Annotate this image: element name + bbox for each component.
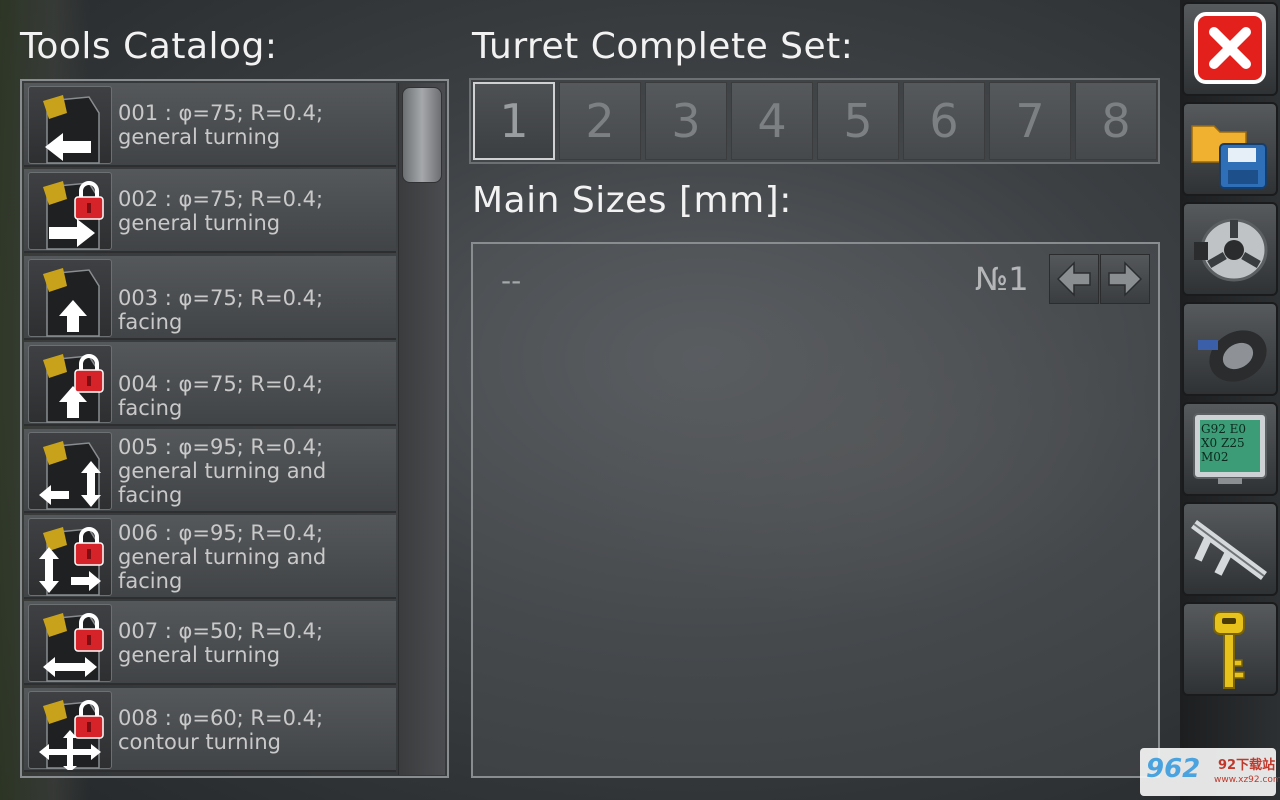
key-icon: [1213, 611, 1245, 689]
main-sizes-panel: -- №1: [471, 242, 1160, 778]
tool-description: 002 : φ=75; R=0.4; general turning: [118, 187, 388, 235]
lock-icon: [74, 179, 106, 217]
gcode-button[interactable]: G92 E0 X0 Z25 M02: [1182, 402, 1278, 496]
tool-description: 008 : φ=60; R=0.4; contour turning: [118, 706, 388, 754]
lock-icon: [74, 525, 106, 563]
turret-slot[interactable]: 4: [731, 82, 813, 160]
watermark-url: www.xz92.com: [1214, 775, 1280, 785]
tool-description: 004 : φ=75; R=0.4; facing: [118, 372, 388, 420]
turret-slot[interactable]: 2: [559, 82, 641, 160]
watermark-logo: 962 92下载站 www.xz92.com: [1140, 748, 1280, 796]
close-button[interactable]: [1182, 2, 1278, 96]
caliper-button[interactable]: [1182, 502, 1278, 596]
tool-description-line: 005 : φ=95; R=0.4;: [118, 434, 324, 459]
close-icon: [1194, 12, 1266, 84]
tool-insert-icon: [28, 258, 112, 337]
tool-description-line: facing: [118, 569, 183, 593]
tool-description-line: 002 : φ=75; R=0.4;: [118, 187, 324, 212]
tool-description-line: 003 : φ=75; R=0.4; facing: [118, 285, 324, 334]
catalog-scrollbar[interactable]: [398, 83, 445, 775]
tool-description-line: 001 : φ=75; R=0.4;: [118, 101, 324, 125]
tool-description-line: 007 : φ=50; R=0.4;: [118, 619, 324, 644]
tool-description: 001 : φ=75; R=0.4; general turning: [118, 101, 388, 149]
turret-slot[interactable]: 1: [473, 82, 555, 160]
turret-slot[interactable]: 5: [817, 82, 899, 160]
tool-description-line: general turning: [118, 211, 281, 236]
sizes-value: --: [501, 264, 522, 297]
file-save-button[interactable]: [1182, 102, 1278, 196]
tool-list-item[interactable]: 005 : φ=95; R=0.4; general turning and fac…: [24, 428, 396, 513]
tools-catalog-list[interactable]: 001 : φ=75; R=0.4; general turning 002 : φ…: [20, 79, 449, 778]
tool-description-line: 008 : φ=60; R=0.4;: [118, 705, 324, 730]
sizes-title: Main Sizes [mm]:: [472, 180, 792, 221]
license-key-button[interactable]: [1182, 602, 1278, 696]
tool-list-item[interactable]: 001 : φ=75; R=0.4; general turning: [24, 83, 396, 167]
tool-description: 007 : φ=50; R=0.4; general turning: [118, 619, 388, 667]
tool-insert-icon: [28, 431, 112, 510]
turret-slot-bar: 12345678: [469, 78, 1160, 164]
gcode-line: X0 Z25: [1201, 436, 1245, 450]
turret-slot[interactable]: 7: [989, 82, 1071, 160]
tool-description-line: facing: [118, 482, 183, 507]
tool-list-item[interactable]: 002 : φ=75; R=0.4; general turning: [24, 169, 396, 254]
right-toolbar: G92 E0 X0 Z25 M02: [1180, 0, 1280, 800]
watermark-site: 92下载站: [1218, 758, 1276, 773]
arrow-right-icon: [1108, 261, 1143, 297]
chuck-button[interactable]: [1182, 202, 1278, 296]
prev-button[interactable]: [1049, 254, 1099, 304]
folder-save-icon: [1191, 125, 1267, 189]
tool-description-line: general turning and: [118, 458, 327, 483]
lock-icon: [74, 611, 106, 649]
tool-list-item[interactable]: 006 : φ=95; R=0.4; general turning and fac…: [24, 515, 396, 599]
gcode-line: M02: [1201, 450, 1229, 464]
tool-description: 006 : φ=95; R=0.4; general turning and fac…: [118, 521, 388, 593]
tool-description: 003 : φ=75; R=0.4; facing: [118, 286, 388, 334]
sizes-number-label: №1: [975, 260, 1029, 298]
tool-list-item[interactable]: 007 : φ=50; R=0.4; general turning: [24, 601, 396, 686]
tool-description-line: general turning: [118, 125, 281, 149]
tool-description-line: contour turning: [118, 729, 281, 754]
tool-list-item[interactable]: 004 : φ=75; R=0.4; facing: [24, 342, 396, 427]
turret-title: Turret Complete Set:: [472, 26, 854, 67]
turret-icon: [1198, 330, 1267, 382]
turret-slot[interactable]: 8: [1075, 82, 1157, 160]
next-button[interactable]: [1100, 254, 1150, 304]
turret-slot[interactable]: 6: [903, 82, 985, 160]
gcode-line: G92 E0: [1201, 422, 1247, 436]
turret-button[interactable]: [1182, 302, 1278, 396]
catalog-title: Tools Catalog:: [20, 26, 278, 67]
tool-description-line: general turning: [118, 643, 281, 668]
lock-icon: [74, 698, 106, 736]
catalog-scroll-thumb[interactable]: [402, 87, 442, 183]
tool-description-line: 004 : φ=75; R=0.4; facing: [118, 372, 324, 421]
lock-icon: [74, 352, 106, 390]
arrow-left-icon: [1056, 261, 1091, 297]
tool-description-line: general turning and: [118, 545, 327, 569]
chuck-icon: [1194, 218, 1268, 282]
turret-slot[interactable]: 3: [645, 82, 727, 160]
tool-list-item[interactable]: 008 : φ=60; R=0.4; contour turning: [24, 687, 396, 772]
tool-description-line: 006 : φ=95; R=0.4;: [118, 521, 324, 545]
watermark-left: 962: [1146, 754, 1201, 784]
caliper-icon: [1191, 519, 1267, 581]
tool-list-item[interactable]: 003 : φ=75; R=0.4; facing: [24, 255, 396, 340]
tool-description: 005 : φ=95; R=0.4; general turning and fac…: [118, 435, 388, 507]
tool-insert-icon: [28, 86, 112, 164]
